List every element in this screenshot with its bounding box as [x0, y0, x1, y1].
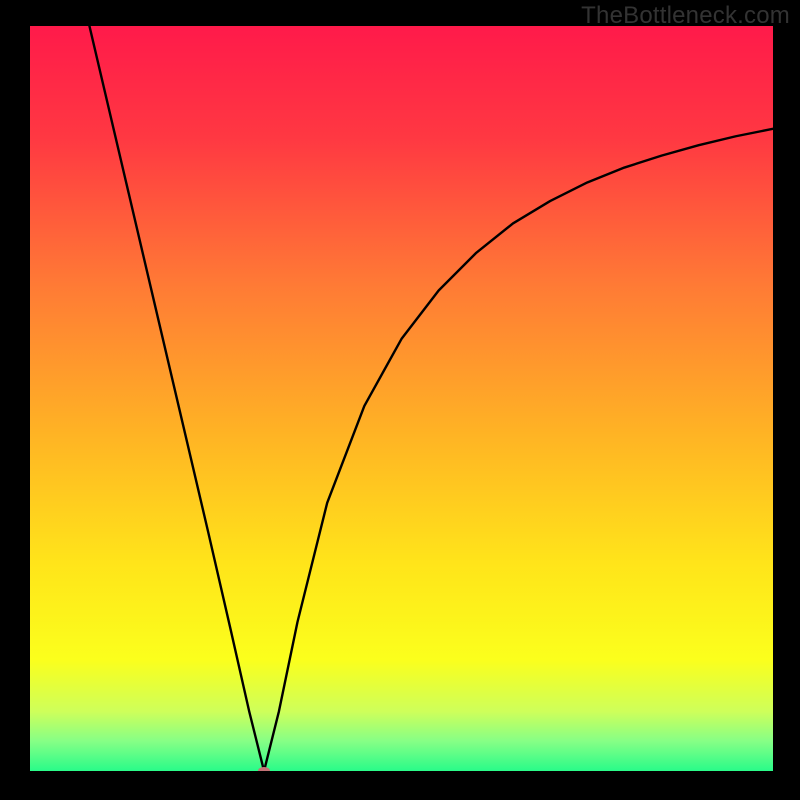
optimal-point-marker	[258, 767, 270, 771]
bottleneck-curve	[89, 26, 773, 771]
watermark-text: TheBottleneck.com	[581, 2, 790, 30]
plot-area	[30, 26, 773, 771]
curve-layer	[30, 26, 773, 771]
chart-frame: TheBottleneck.com	[0, 0, 800, 800]
